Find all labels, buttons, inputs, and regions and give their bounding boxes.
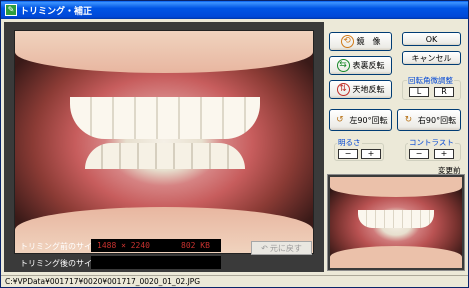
flip-horizontal-icon: ⇆ [336,59,350,72]
rotate-right-button[interactable]: ↻ 右90°回転 [397,109,461,131]
preview-lower-lip [330,246,462,268]
mirror-button[interactable]: ⟲ 鏡 像 [329,32,392,51]
brightness-label: 明るさ [337,137,362,148]
contrast-group: コントラスト − + [405,137,461,161]
rotate-fine-right-button[interactable]: R [434,87,454,97]
status-bar: C:¥VPData¥001717¥0020¥001717_0020_01_02.… [1,275,468,287]
before-dimensions: 1488 × 2240 [97,241,150,250]
contrast-label: コントラスト [408,137,455,148]
undo-button[interactable]: ↶ 元に戻す [251,241,312,255]
lower-teeth [85,143,245,169]
rotation-fine-label: 回転角微調整 [407,75,454,86]
preview-upper-lip [330,177,462,197]
preview-image [330,177,462,268]
before-filesize: 802 KB [181,241,210,250]
trimming-window: ✎ トリミング・補正 トリミング前のサイズ: 1488 × 2240 802 K… [0,0,469,288]
undo-icon: ↶ [261,243,268,253]
flip-horizontal-button[interactable]: ⇆ 表裏反転 [329,56,392,75]
rotation-fine-group: 回転角微調整 L R [402,75,461,100]
before-size-field: 1488 × 2240 802 KB [91,239,221,252]
upper-teeth [70,97,260,139]
title-bar: ✎ トリミング・補正 [1,1,468,19]
upper-lip [15,31,313,73]
brightness-group: 明るさ − + [334,137,384,161]
before-preview [327,174,465,271]
flip-vertical-icon: ⇅ [336,83,350,96]
ok-button[interactable]: OK [402,32,461,46]
rotate-right-icon: ↻ [404,114,413,125]
undo-label: 元に戻す [269,243,302,253]
mirror-icon: ⟲ [340,35,354,48]
brightness-minus-button[interactable]: − [338,149,358,159]
trimming-photo[interactable] [14,30,314,254]
image-panel: トリミング前のサイズ: 1488 × 2240 802 KB トリミング後のサイ… [4,22,324,272]
flip-vertical-label: 天地反転 [352,85,385,94]
preview-teeth [358,210,434,228]
app-icon: ✎ [5,4,17,16]
rotate-left-icon: ↺ [336,114,344,125]
cancel-label: キャンセル [411,53,452,63]
window-title: トリミング・補正 [20,6,93,17]
rotate-left-button[interactable]: ↺ 左90°回転 [329,109,392,131]
rotate-left-label: 左90°回転 [349,115,388,125]
rotate-fine-left-button[interactable]: L [409,87,429,97]
cancel-button[interactable]: キャンセル [402,51,461,65]
flip-vertical-button[interactable]: ⇅ 天地反転 [329,80,392,99]
mirror-label: 鏡 像 [356,37,381,46]
brightness-plus-button[interactable]: + [361,149,381,159]
file-path: C:¥VPData¥001717¥0020¥001717_0020_01_02.… [5,277,201,286]
contrast-minus-button[interactable]: − [409,149,429,159]
after-size-field [91,256,221,269]
rotate-right-label: 右90°回転 [417,115,457,125]
contrast-plus-button[interactable]: + [434,149,454,159]
flip-horizontal-label: 表裏反転 [352,61,385,70]
ok-label: OK [425,34,438,44]
